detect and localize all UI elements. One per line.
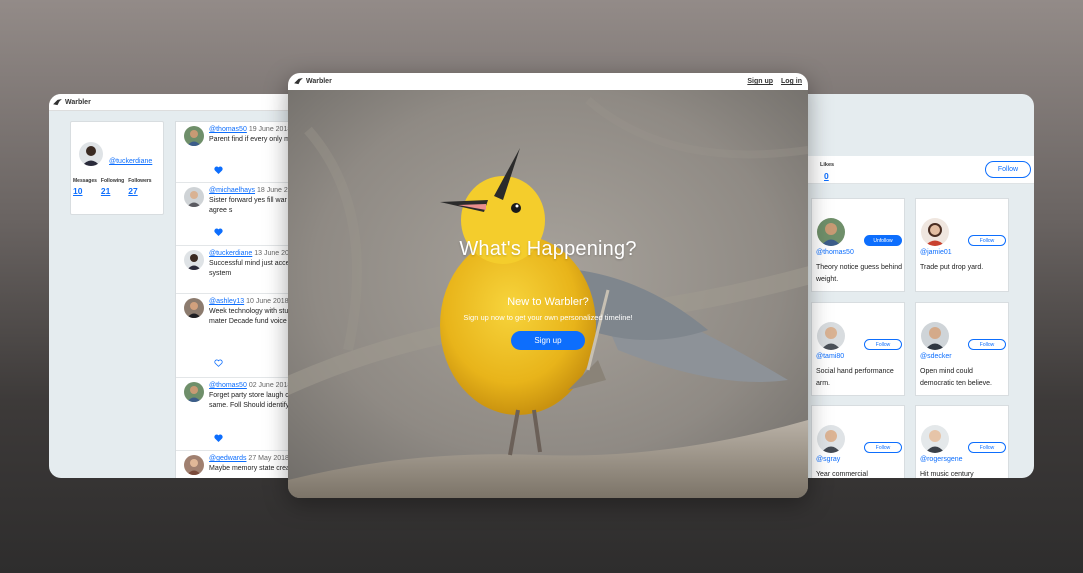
user-handle-link[interactable]: @rogersgene <box>920 456 963 463</box>
follow-button[interactable]: Follow <box>968 442 1006 453</box>
avatar[interactable] <box>921 322 949 350</box>
signup-button[interactable]: Sign up <box>511 331 585 350</box>
stat-value[interactable]: 27 <box>128 186 151 196</box>
hero-title: What's Happening? <box>459 238 637 260</box>
hero-tagline: Sign up now to get your own personalized… <box>463 313 633 322</box>
message-header: @ashley13 10 June 2018 <box>209 298 289 305</box>
heart-filled-icon[interactable] <box>214 228 223 236</box>
user-bio: Open mind could democratic ten believe. <box>920 368 992 387</box>
heart-filled-icon[interactable] <box>214 434 223 442</box>
unfollow-button[interactable]: Unfollow <box>864 235 902 246</box>
avatar[interactable] <box>921 218 949 246</box>
avatar[interactable] <box>817 218 845 246</box>
avatar[interactable] <box>184 298 204 318</box>
message-header: @thomas50 19 June 2018 <box>209 126 291 133</box>
user-handle-link[interactable]: @jamie01 <box>920 249 952 256</box>
message-user-link[interactable]: @thomas50 <box>209 382 247 389</box>
avatar[interactable] <box>79 142 103 166</box>
user-handle-link[interactable]: @thomas50 <box>816 249 854 256</box>
user-bio: Hit music century <box>920 471 974 478</box>
user-card: Follow @tami80 Social hand performance a… <box>811 302 905 396</box>
follow-button[interactable]: Follow <box>864 442 902 453</box>
user-card: Unfollow @thomas50 Theory notice guess b… <box>811 198 905 292</box>
follow-button[interactable]: Follow <box>985 161 1031 178</box>
avatar[interactable] <box>817 322 845 350</box>
stat-messages[interactable]: Messages 10 <box>73 178 97 196</box>
message-header: @thomas50 02 June 2018 <box>209 382 291 389</box>
hero-subtitle: New to Warbler? <box>507 296 589 308</box>
nav-signup-link[interactable]: Sign up <box>747 78 773 85</box>
nav-login-link[interactable]: Log in <box>781 78 802 85</box>
heart-filled-icon[interactable] <box>214 166 223 174</box>
stat-value[interactable]: 10 <box>73 186 97 196</box>
user-card: Follow @sgray Year commercial <box>811 405 905 478</box>
hero-section: What's Happening? New to Warbler? Sign u… <box>288 90 808 498</box>
heart-outline-icon[interactable] <box>214 359 223 367</box>
user-handle-link[interactable]: @sdecker <box>920 353 952 360</box>
profile-stats: Messages 10 Following 21 Followers 27 <box>73 178 152 196</box>
brand-link[interactable]: Warbler <box>306 78 332 85</box>
follow-button[interactable]: Follow <box>864 339 902 350</box>
avatar[interactable] <box>184 455 204 475</box>
user-card: Follow @jamie01 Trade put drop yard. <box>915 198 1009 292</box>
landing-window: Warbler Sign up Log in What's Happening?… <box>288 73 808 498</box>
stat-following[interactable]: Following 21 <box>101 178 124 196</box>
user-handle-link[interactable]: @sgray <box>816 456 840 463</box>
message-date: 18 June 20 <box>256 187 292 194</box>
stat-label: Messages <box>73 178 97 184</box>
stat-label: Followers <box>128 178 152 184</box>
message-date: 13 June 20 <box>254 250 289 257</box>
message-date: 10 June 2018 <box>246 298 289 305</box>
user-handle-link[interactable]: @tami80 <box>816 353 844 360</box>
profile-username-link[interactable]: @tuckerdiane <box>109 158 152 165</box>
profile-card: @tuckerdiane Messages 10 Following 21 Fo… <box>70 121 164 215</box>
user-bio: Theory notice guess behind weight. <box>816 264 902 283</box>
message-user-link[interactable]: @michaelhays <box>209 187 255 194</box>
nav-links: Sign up Log in <box>747 78 802 85</box>
warbler-logo-icon[interactable] <box>294 78 303 85</box>
brand-link[interactable]: Warbler <box>65 99 91 106</box>
user-bio: Year commercial <box>816 471 868 478</box>
message-date: 19 June 2018 <box>248 126 292 133</box>
navbar: Warbler Sign up Log in <box>288 73 808 90</box>
message-user-link[interactable]: @thomas50 <box>209 126 247 133</box>
user-bio: Social hand performance arm. <box>816 368 894 387</box>
likes-label: Likes <box>820 162 835 168</box>
message-user-link[interactable]: @gedwards <box>209 455 246 462</box>
message-date: 02 June 2018 <box>248 382 292 389</box>
message-date: 27 May 2018 <box>248 455 289 462</box>
likes-count[interactable]: 0 <box>824 171 829 181</box>
avatar[interactable] <box>921 425 949 453</box>
avatar[interactable] <box>184 382 204 402</box>
stat-value[interactable]: 21 <box>101 186 124 196</box>
user-bio: Trade put drop yard. <box>920 264 984 271</box>
avatar[interactable] <box>184 187 204 207</box>
message-header: @gedwards 27 May 2018 <box>209 455 289 462</box>
user-card: Follow @sdecker Open mind could democrat… <box>915 302 1009 396</box>
avatar[interactable] <box>184 126 204 146</box>
avatar[interactable] <box>184 250 204 270</box>
message-header: @tuckerdiane 13 June 20 <box>209 250 289 257</box>
avatar[interactable] <box>817 425 845 453</box>
stat-followers[interactable]: Followers 27 <box>128 178 151 196</box>
warbler-logo-icon[interactable] <box>53 98 62 106</box>
stat-label: Following <box>100 178 125 184</box>
message-user-link[interactable]: @tuckerdiane <box>209 250 252 257</box>
message-header: @michaelhays 18 June 20 <box>209 187 292 194</box>
follow-button[interactable]: Follow <box>968 339 1006 350</box>
follow-button[interactable]: Follow <box>968 235 1006 246</box>
message-user-link[interactable]: @ashley13 <box>209 298 244 305</box>
user-card: Follow @rogersgene Hit music century <box>915 405 1009 478</box>
